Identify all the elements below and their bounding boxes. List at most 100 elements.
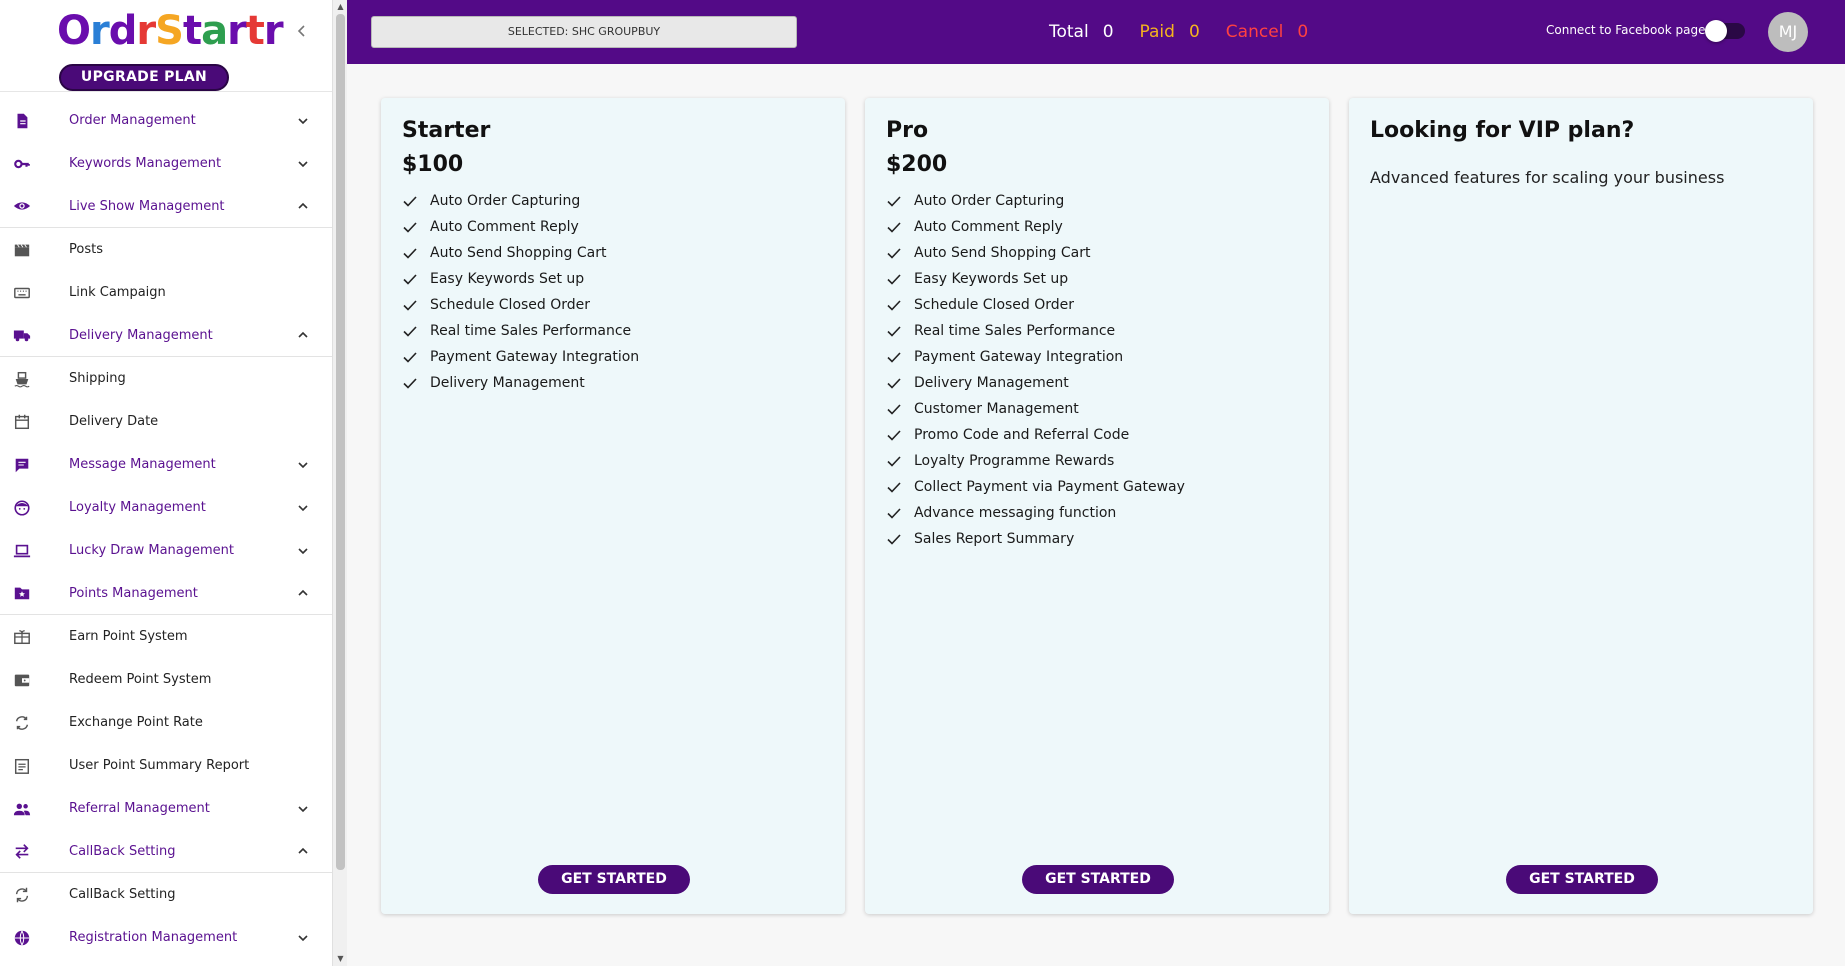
plan-title: Starter (402, 118, 491, 143)
logo-letter: S (155, 8, 184, 54)
sidebar-item-order-management[interactable]: Order Management (0, 99, 332, 142)
get-started-button-vip[interactable]: GET STARTED (1506, 865, 1658, 894)
people-icon (12, 799, 32, 819)
sidebar-scrollbar[interactable]: ▲ ▼ (332, 0, 347, 966)
chevron-left-icon (297, 25, 305, 37)
plan-feature-label: Delivery Management (914, 375, 1069, 391)
brand-logo[interactable]: OrdrStartr (57, 8, 284, 54)
plan-feature: Collect Payment via Payment Gateway (886, 474, 1185, 500)
plan-feature-label: Advance messaging function (914, 505, 1117, 521)
face-icon (12, 498, 32, 518)
chevron-down-icon[interactable] (296, 113, 312, 129)
stat-cancel: Cancel 0 (1226, 22, 1308, 42)
scroll-thumb[interactable] (336, 14, 345, 870)
sidebar-item-keywords-management[interactable]: Keywords Management (0, 142, 332, 185)
chevron-down-icon[interactable] (296, 156, 312, 172)
calendar-icon (12, 412, 32, 432)
sidebar-item-points-management[interactable]: Points Management (0, 572, 332, 615)
get-started-button-starter[interactable]: GET STARTED (538, 865, 690, 894)
scroll-down-arrow-icon[interactable]: ▼ (336, 954, 345, 964)
plan-price: $100 (402, 152, 464, 177)
sidebar-item-redeem-point-system[interactable]: Redeem Point System (0, 658, 332, 701)
plan-feature: Auto Order Capturing (886, 188, 1185, 214)
check-icon (403, 196, 417, 207)
sidebar-item-referral-management[interactable]: Referral Management (0, 787, 332, 830)
sidebar-item-message-management[interactable]: Message Management (0, 443, 332, 486)
check-icon (887, 508, 901, 519)
plan-feature: Delivery Management (402, 370, 639, 396)
scroll-up-arrow-icon[interactable]: ▲ (336, 2, 345, 12)
truck-icon (12, 325, 32, 345)
sidebar-item-label: Shipping (69, 371, 126, 386)
sidebar-item-label: Delivery Date (69, 414, 159, 429)
sidebar-item-registration-management[interactable]: Registration Management (0, 916, 332, 959)
check-icon (887, 378, 901, 389)
plan-feature-label: Auto Comment Reply (914, 219, 1063, 235)
logo-letter: r (90, 8, 110, 54)
check-icon (887, 196, 901, 207)
chevron-down-icon[interactable] (296, 500, 312, 516)
stat-total-label: Total (1049, 22, 1089, 42)
sidebar-item-callback-setting[interactable]: CallBack Setting (0, 830, 332, 873)
chevron-up-icon[interactable] (296, 327, 312, 343)
plan-feature: Loyalty Programme Rewards (886, 448, 1185, 474)
key-icon (12, 154, 32, 174)
upgrade-plan-button[interactable]: UPGRADE PLAN (59, 64, 229, 91)
get-started-button-pro[interactable]: GET STARTED (1022, 865, 1174, 894)
sidebar-item-loyalty-management[interactable]: Loyalty Management (0, 486, 332, 529)
chevron-up-icon[interactable] (296, 198, 312, 214)
check-icon (403, 326, 417, 337)
chevron-down-icon[interactable] (296, 457, 312, 473)
sidebar-item-user-point-summary-report[interactable]: User Point Summary Report (0, 744, 332, 787)
stat-paid: Paid 0 (1140, 22, 1200, 42)
stat-paid-label: Paid (1139, 22, 1175, 42)
collapse-sidebar-button[interactable] (292, 18, 312, 46)
sidebar-item-link-campaign[interactable]: Link Campaign (0, 271, 332, 314)
plan-feature-label: Auto Comment Reply (430, 219, 579, 235)
facebook-connect-label: Connect to Facebook page (1546, 23, 1706, 37)
document-icon (12, 111, 32, 131)
folder-star-icon (12, 583, 32, 603)
sidebar-item-label: Link Campaign (69, 285, 166, 300)
facebook-connect-toggle[interactable] (1705, 20, 1745, 42)
sidebar-item-label: Keywords Management (69, 156, 222, 171)
logo-letter: t (182, 8, 202, 54)
sync-icon (12, 885, 32, 905)
sidebar-item-callback-setting[interactable]: CallBack Setting (0, 873, 332, 916)
sidebar-item-label: Live Show Management (69, 198, 225, 214)
stat-total: Total 0 (1049, 22, 1114, 42)
sidebar-item-label: Delivery Management (69, 327, 213, 343)
chevron-down-icon[interactable] (296, 930, 312, 946)
chevron-down-icon[interactable] (296, 801, 312, 817)
plan-feature-label: Payment Gateway Integration (914, 349, 1124, 365)
chevron-up-icon[interactable] (296, 843, 312, 859)
plan-feature: Auto Send Shopping Cart (402, 240, 639, 266)
sidebar-item-posts[interactable]: Posts (0, 228, 332, 271)
check-icon (887, 300, 901, 311)
check-icon (887, 456, 901, 467)
sidebar-item-label: CallBack Setting (69, 887, 176, 902)
sidebar-item-delivery-management[interactable]: Delivery Management (0, 314, 332, 357)
swap-icon (12, 841, 32, 861)
chevron-down-icon[interactable] (296, 543, 312, 559)
stat-cancel-label: Cancel (1225, 22, 1284, 42)
plan-feature: Schedule Closed Order (886, 292, 1185, 318)
sidebar-item-earn-point-system[interactable]: Earn Point System (0, 615, 332, 658)
sidebar-item-label: CallBack Setting (69, 843, 176, 859)
selected-page-selector[interactable]: SELECTED: SHC GROUPBUY (371, 16, 797, 48)
plan-feature-label: Easy Keywords Set up (430, 271, 585, 287)
sidebar-item-lucky-draw-management[interactable]: Lucky Draw Management (0, 529, 332, 572)
plan-feature: Payment Gateway Integration (886, 344, 1185, 370)
plan-feature-label: Real time Sales Performance (914, 323, 1116, 339)
sidebar-item-delivery-date[interactable]: Delivery Date (0, 400, 332, 443)
user-avatar[interactable]: MJ (1768, 12, 1808, 52)
sidebar-nav: Order Management Keywords Management Live … (0, 99, 332, 959)
plan-feature-label: Auto Send Shopping Cart (430, 245, 607, 261)
sidebar-item-label: Earn Point System (69, 629, 188, 644)
report-icon (12, 756, 32, 776)
sidebar-item-live-show-management[interactable]: Live Show Management (0, 185, 332, 228)
sidebar-item-exchange-point-rate[interactable]: Exchange Point Rate (0, 701, 332, 744)
plan-feature-label: Real time Sales Performance (430, 323, 632, 339)
sidebar-item-shipping[interactable]: Shipping (0, 357, 332, 400)
chevron-up-icon[interactable] (296, 585, 312, 601)
